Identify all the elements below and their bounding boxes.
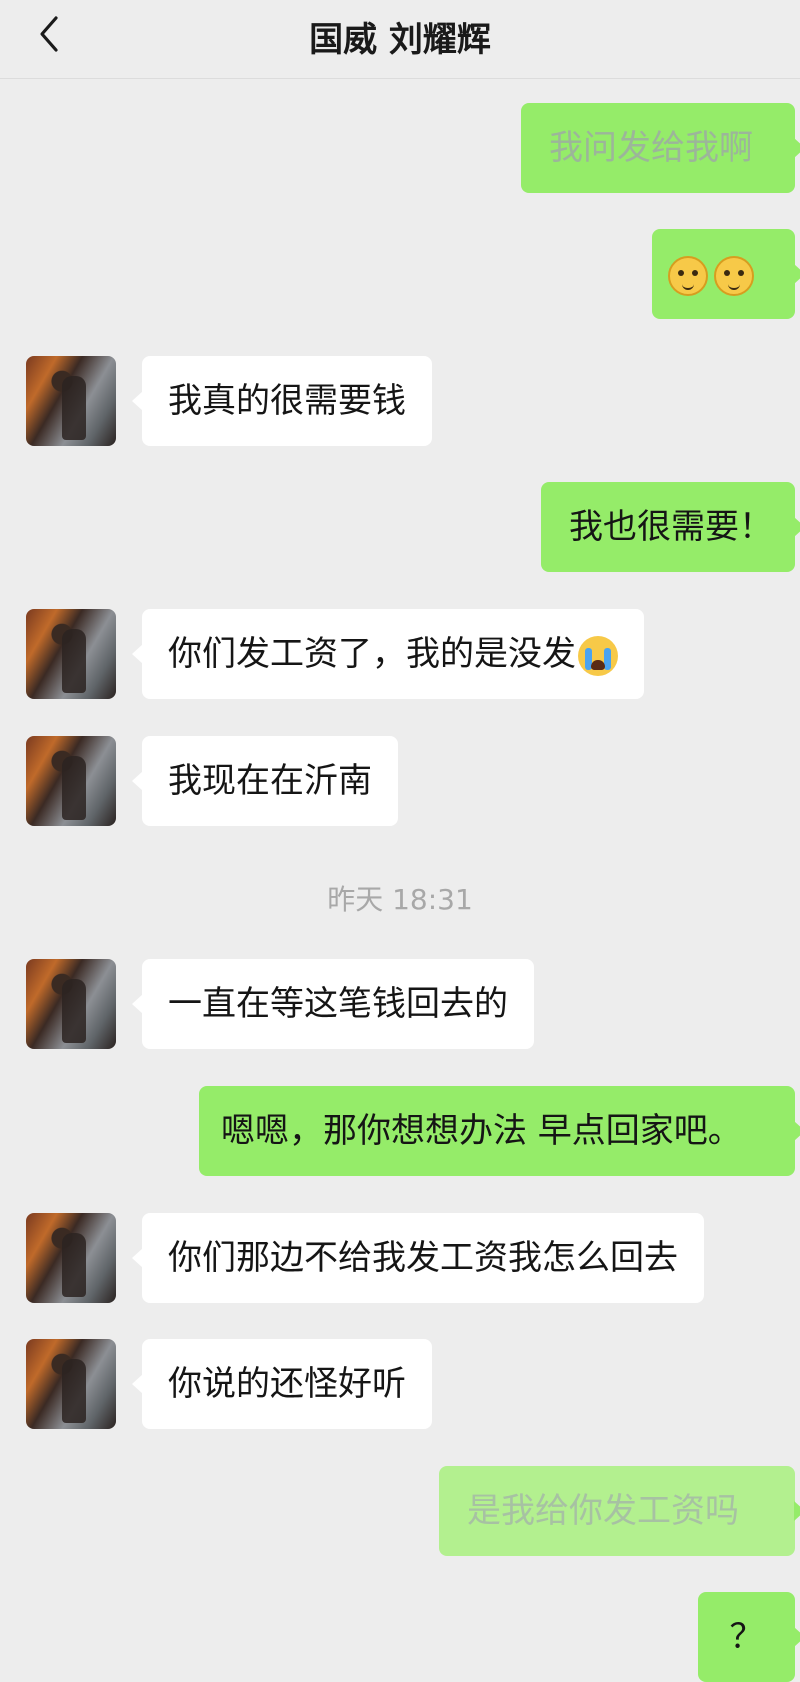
message-timestamp: 昨天 18:31 <box>327 883 473 916</box>
incoming-message[interactable]: 一直在等这笔钱回去的 <box>132 959 534 1049</box>
message-text: 你说的还怪好听 <box>168 1364 406 1404</box>
outgoing-message[interactable] <box>652 229 800 319</box>
contact-avatar[interactable] <box>26 356 116 446</box>
message-text: 你们那边不给我发工资我怎么回去 <box>168 1238 678 1278</box>
contact-avatar[interactable] <box>26 959 116 1049</box>
contact-avatar[interactable] <box>26 609 116 699</box>
message-text: 我真的很需要钱 <box>168 381 406 421</box>
incoming-message[interactable]: 我真的很需要钱 <box>132 356 432 446</box>
crying-emoji-icon <box>578 635 618 676</box>
chat-title: 国威 刘耀辉 <box>309 20 491 60</box>
message-text: 我也很需要！ <box>569 507 773 547</box>
contact-avatar[interactable] <box>26 1339 116 1429</box>
outgoing-message[interactable]: 是我给你发工资吗 <box>439 1466 800 1556</box>
message-text: 一直在等这笔钱回去的 <box>168 984 508 1024</box>
incoming-message[interactable]: 你们发工资了，我的是没发 <box>132 609 644 699</box>
message-text: 我现在在沂南 <box>168 761 372 801</box>
chat-header: 国威 刘耀辉 <box>0 0 800 79</box>
face-emoji-icon <box>668 255 708 296</box>
contact-avatar[interactable] <box>26 1213 116 1303</box>
outgoing-message[interactable]: 我问发给我啊 <box>521 103 800 193</box>
incoming-message[interactable]: 你说的还怪好听 <box>132 1339 432 1429</box>
incoming-message[interactable]: 我现在在沂南 <box>132 736 398 826</box>
message-text: 我问发给我啊 <box>549 128 753 168</box>
outgoing-message[interactable]: 我也很需要！ <box>541 482 800 572</box>
contact-avatar[interactable] <box>26 736 116 826</box>
message-text: 是我给你发工资吗 <box>467 1491 739 1531</box>
outgoing-message[interactable]: 嗯嗯，那你想想办法 早点回家吧。 <box>199 1086 800 1176</box>
message-text: 嗯嗯，那你想想办法 早点回家吧。 <box>221 1111 742 1151</box>
incoming-message[interactable]: 你们那边不给我发工资我怎么回去 <box>132 1213 704 1303</box>
message-text: 你们发工资了，我的是没发 <box>168 634 576 674</box>
face-emoji-icon <box>714 255 754 296</box>
message-text: ？ <box>729 1617 764 1657</box>
